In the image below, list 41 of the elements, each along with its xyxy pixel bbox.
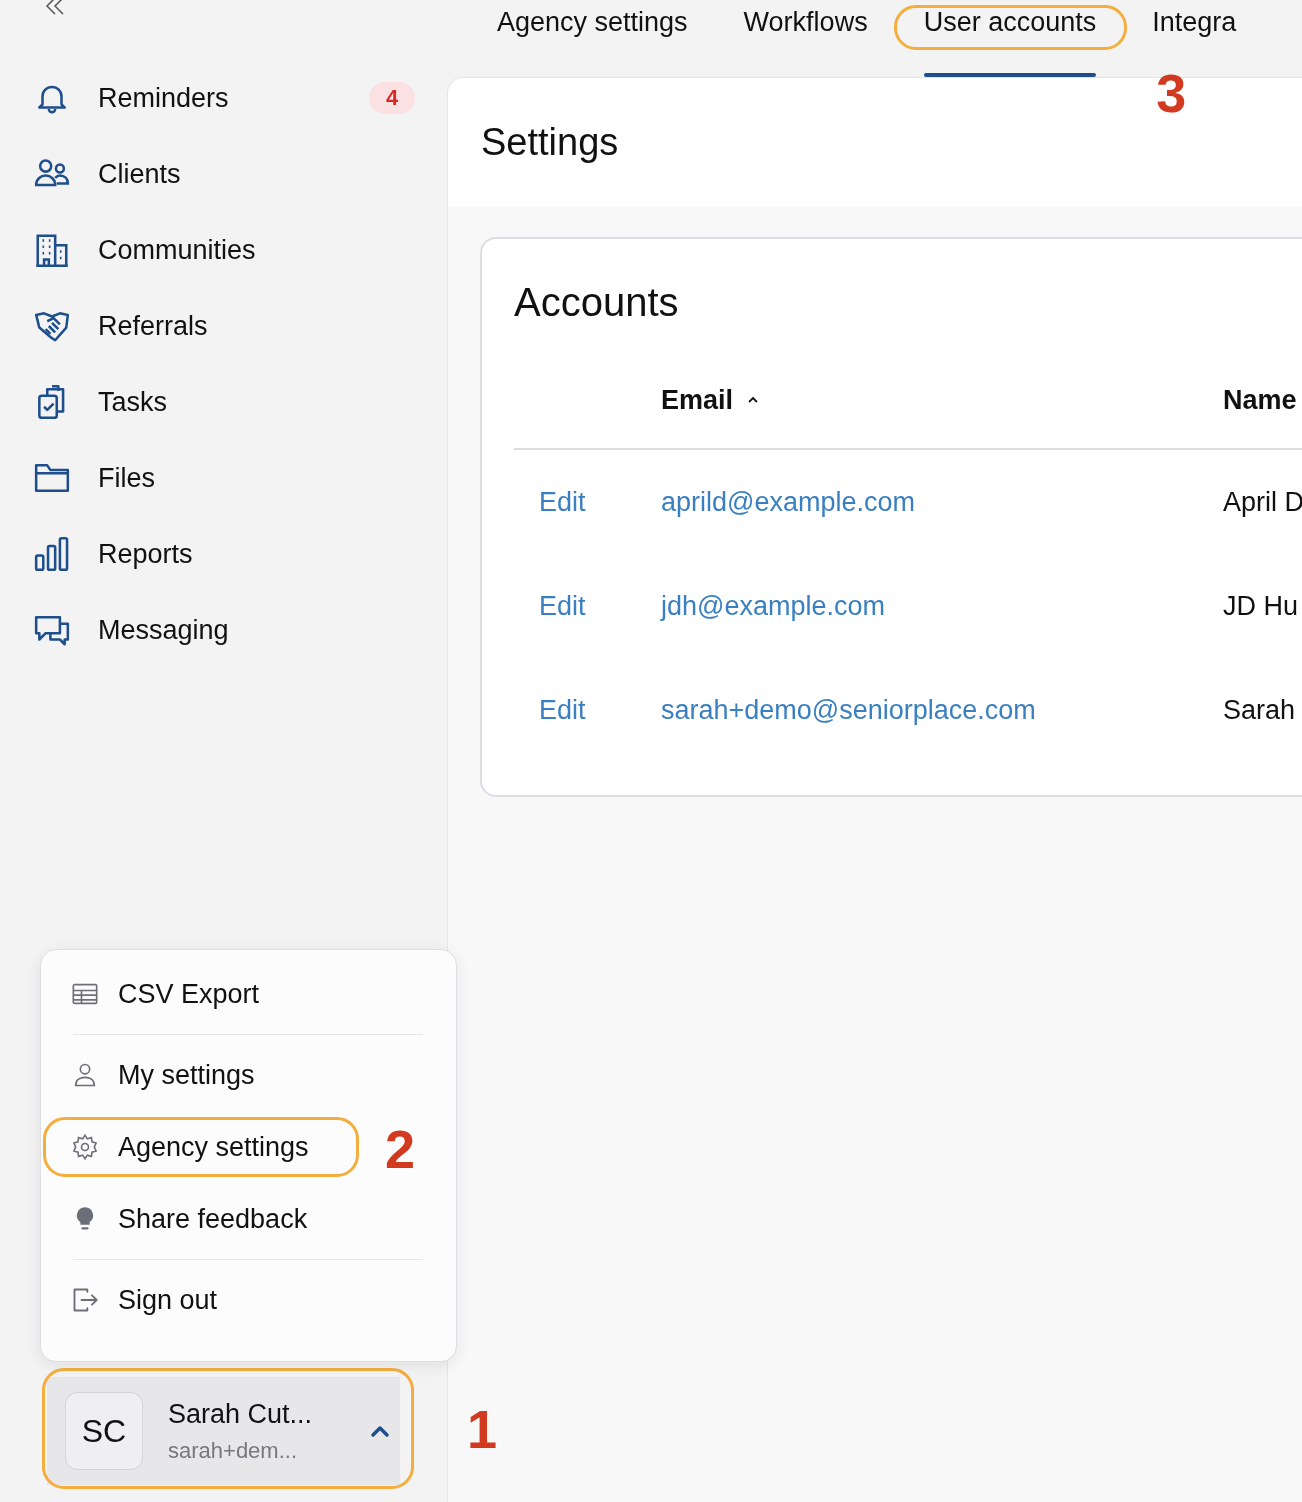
column-header[interactable]: Email <box>661 384 734 416</box>
user-email: sarah+dem... <box>168 1437 298 1464</box>
callout-number: 3 <box>1156 66 1187 120</box>
sidebar-item[interactable]: Tasks <box>0 364 447 440</box>
user-button[interactable]: SC Sarah Cut... sarah+dem... <box>47 1377 400 1485</box>
edit-link[interactable]: Edit <box>539 590 586 621</box>
sidebar-item[interactable]: Clients <box>0 136 447 212</box>
sidebar-item[interactable]: Reports <box>0 516 447 592</box>
avatar: SC <box>65 1392 143 1470</box>
callout-number: 1 <box>467 1402 498 1456</box>
sign-out-icon <box>71 1286 99 1314</box>
user-name: Sarah Cut... <box>168 1398 314 1430</box>
tab[interactable]: Workflows <box>715 0 896 77</box>
sidebar-item[interactable]: Referrals <box>0 288 447 364</box>
tab[interactable]: User accounts <box>895 0 1125 77</box>
edit-link[interactable]: Edit <box>539 486 586 517</box>
email-link[interactable]: sarah+demo@seniorplace.com <box>661 694 1036 725</box>
card-title: Accounts <box>514 279 680 326</box>
sidebar-item[interactable]: Communities <box>0 212 447 288</box>
sidebar-item[interactable]: Files <box>0 440 447 516</box>
bar-chart-icon <box>33 535 71 573</box>
menu-item[interactable]: CSV Export <box>41 958 357 1030</box>
menu-item[interactable]: Sign out <box>41 1264 357 1336</box>
table-cell-text: JD Hu <box>1223 590 1299 622</box>
email-link[interactable]: aprild@example.com <box>661 486 915 517</box>
table-cell: April D <box>1223 486 1302 518</box>
email-link[interactable]: jdh@example.com <box>661 590 885 621</box>
count-badge: 4 <box>369 82 415 114</box>
table-cell-text: Sarah <box>1223 694 1297 726</box>
gear-icon <box>71 1133 99 1161</box>
menu-item[interactable]: My settings <box>41 1039 357 1111</box>
tab[interactable]: Agency settings <box>469 0 716 77</box>
menu-item[interactable]: Agency settings <box>41 1111 357 1183</box>
edit-link[interactable]: Edit <box>539 694 586 725</box>
building-icon <box>33 231 71 269</box>
page-title: Settings <box>481 121 619 164</box>
sidebar-item[interactable]: Reminders 4 <box>0 60 447 136</box>
callout-number: 2 <box>385 1122 416 1176</box>
sidebar-item[interactable]: Messaging <box>0 592 447 668</box>
menu-item[interactable]: Share feedback <box>41 1183 357 1255</box>
column-header[interactable]: Name <box>1223 384 1302 416</box>
